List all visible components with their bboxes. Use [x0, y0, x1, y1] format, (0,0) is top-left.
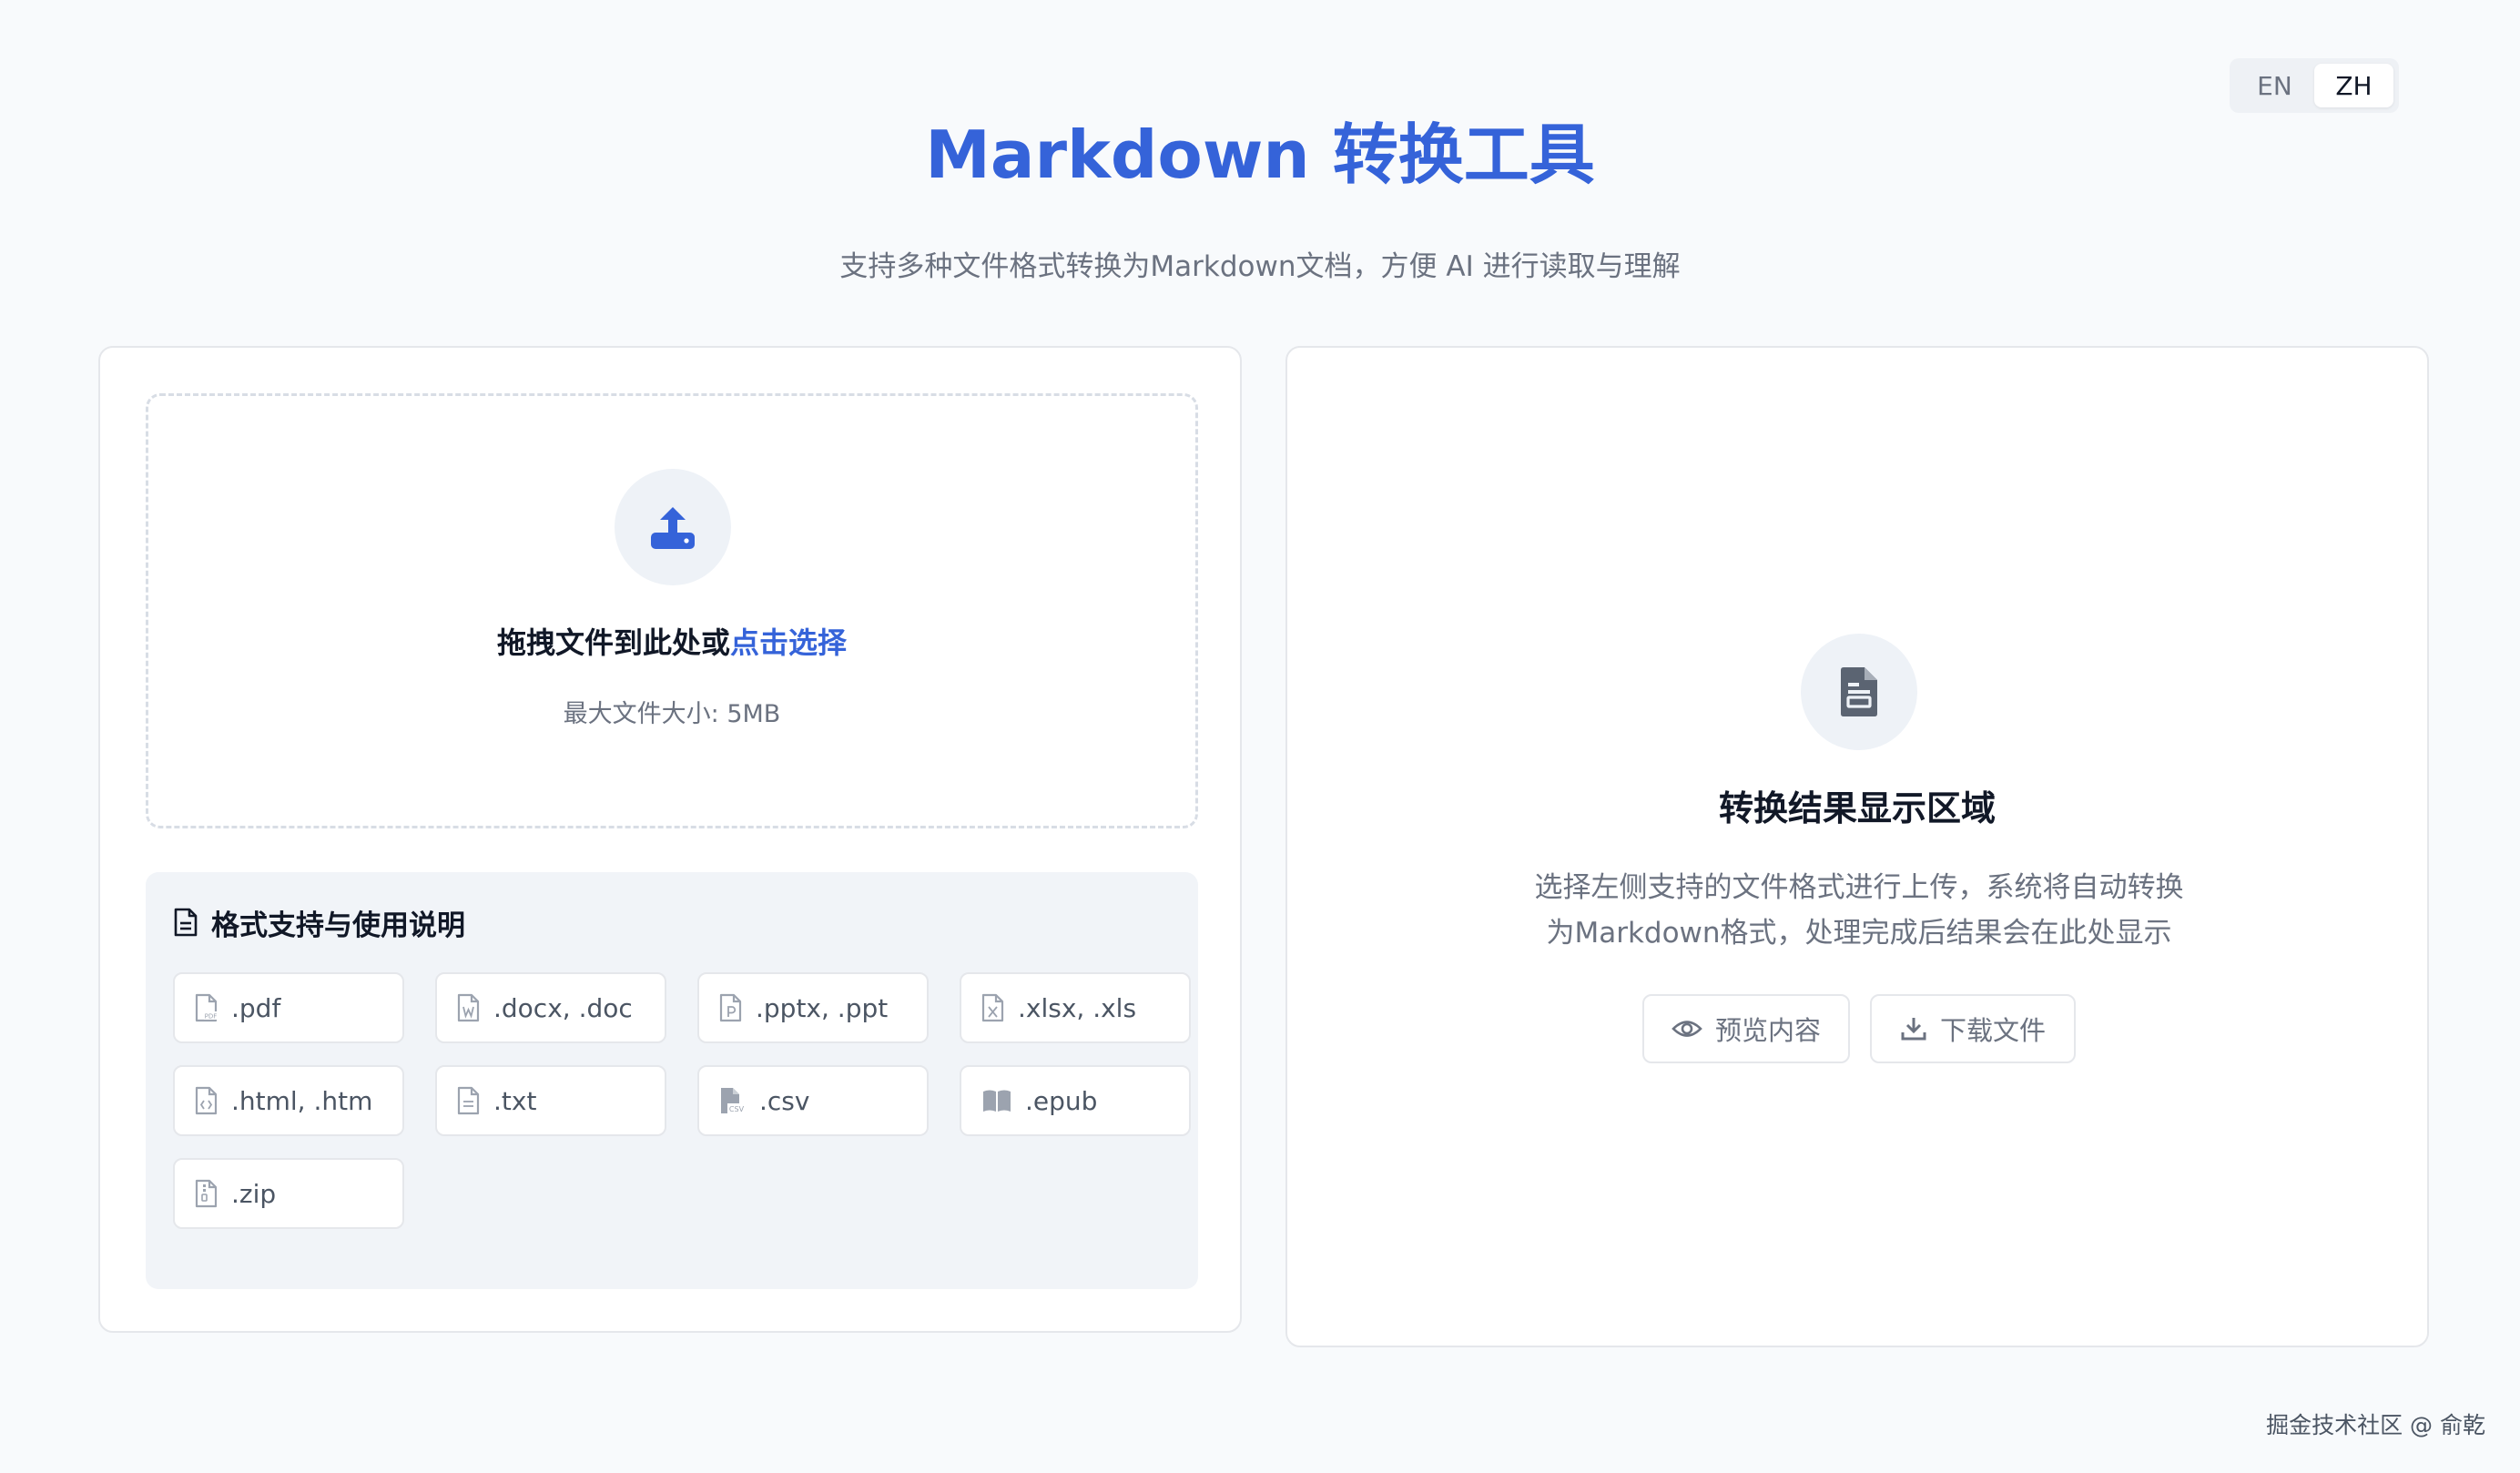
- page-title: Markdown 转换工具: [925, 117, 1595, 193]
- eye-icon: [1672, 1021, 1702, 1037]
- format-xlsx[interactable]: .xlsx, .xls: [960, 972, 1191, 1043]
- format-label: .docx, .doc: [493, 992, 633, 1023]
- max-file-size: 最大文件大小: 5MB: [563, 700, 781, 728]
- result-description: 选择左侧支持的文件格式进行上传，系统将自动转换 为Markdown格式，处理完成…: [1495, 865, 2223, 956]
- format-label: .pdf: [231, 992, 281, 1023]
- file-code-icon: [195, 1086, 218, 1115]
- preview-button[interactable]: 预览内容: [1642, 994, 1850, 1063]
- format-label: .pptx, .ppt: [756, 992, 889, 1023]
- upload-card: 拖拽文件到此处或点击选择 最大文件大小: 5MB 格式支持与使用说明 PDF .…: [98, 346, 1242, 1333]
- format-html[interactable]: .html, .htm: [173, 1065, 404, 1136]
- preview-label: 预览内容: [1714, 1015, 1821, 1046]
- lang-zh-button[interactable]: ZH: [2314, 64, 2393, 107]
- document-icon: [174, 908, 198, 937]
- download-button[interactable]: 下载文件: [1870, 994, 2076, 1063]
- format-pdf[interactable]: PDF .pdf: [173, 972, 404, 1043]
- format-label: .epub: [1025, 1085, 1098, 1116]
- file-excel-icon: [981, 993, 1004, 1022]
- file-csv-icon: CSV: [721, 1088, 746, 1113]
- file-dropzone[interactable]: 拖拽文件到此处或点击选择 最大文件大小: 5MB: [146, 393, 1198, 828]
- result-title: 转换结果显示区域: [1718, 788, 1996, 828]
- watermark: 掘金技术社区 @ 俞乾: [2266, 1412, 2485, 1438]
- file-zip-icon: [195, 1179, 218, 1208]
- download-label: 下载文件: [1939, 1015, 2046, 1046]
- format-label: .html, .htm: [231, 1085, 373, 1116]
- format-label: .csv: [759, 1085, 810, 1116]
- file-powerpoint-icon: [719, 993, 742, 1022]
- format-support-title: 格式支持与使用说明: [211, 909, 465, 942]
- format-support-panel: 格式支持与使用说明 PDF .pdf .docx, .doc .pptx, .p…: [146, 872, 1198, 1289]
- language-switch: EN ZH: [2230, 58, 2399, 113]
- file-pdf-icon: PDF: [195, 993, 218, 1022]
- drop-prompt: 拖拽文件到此处或: [496, 625, 730, 660]
- format-support-heading: 格式支持与使用说明: [173, 899, 465, 945]
- download-icon: [1901, 1018, 1926, 1041]
- result-description-line-2: 为Markdown格式，处理完成后结果会在此处显示: [1546, 917, 2172, 950]
- upload-icon: [615, 469, 731, 585]
- lang-en-button[interactable]: EN: [2235, 64, 2314, 107]
- result-card: 转换结果显示区域 选择左侧支持的文件格式进行上传，系统将自动转换 为Markdo…: [1285, 346, 2429, 1347]
- format-epub[interactable]: .epub: [960, 1065, 1191, 1136]
- format-txt[interactable]: .txt: [435, 1065, 666, 1136]
- format-pptx[interactable]: .pptx, .ppt: [697, 972, 929, 1043]
- page-subtitle: 支持多种文件格式转换为Markdown文档，方便 AI 进行读取与理解: [839, 250, 1681, 283]
- format-csv[interactable]: CSV .csv: [697, 1065, 929, 1136]
- svg-text:PDF: PDF: [205, 1013, 218, 1021]
- format-label: .xlsx, .xls: [1018, 992, 1137, 1023]
- svg-text:CSV: CSV: [729, 1105, 745, 1113]
- file-lines-icon: [1801, 634, 1917, 750]
- format-zip[interactable]: .zip: [173, 1158, 404, 1229]
- format-label: .zip: [231, 1178, 277, 1209]
- file-word-icon: [457, 993, 480, 1022]
- book-open-icon: [983, 1090, 1011, 1112]
- file-text-icon: [457, 1086, 480, 1115]
- result-description-line-1: 选择左侧支持的文件格式进行上传，系统将自动转换: [1534, 871, 2184, 904]
- drop-instruction: 拖拽文件到此处或点击选择: [148, 620, 1195, 665]
- format-label: .txt: [493, 1085, 537, 1116]
- format-docx[interactable]: .docx, .doc: [435, 972, 666, 1043]
- select-file-link[interactable]: 点击选择: [730, 625, 847, 660]
